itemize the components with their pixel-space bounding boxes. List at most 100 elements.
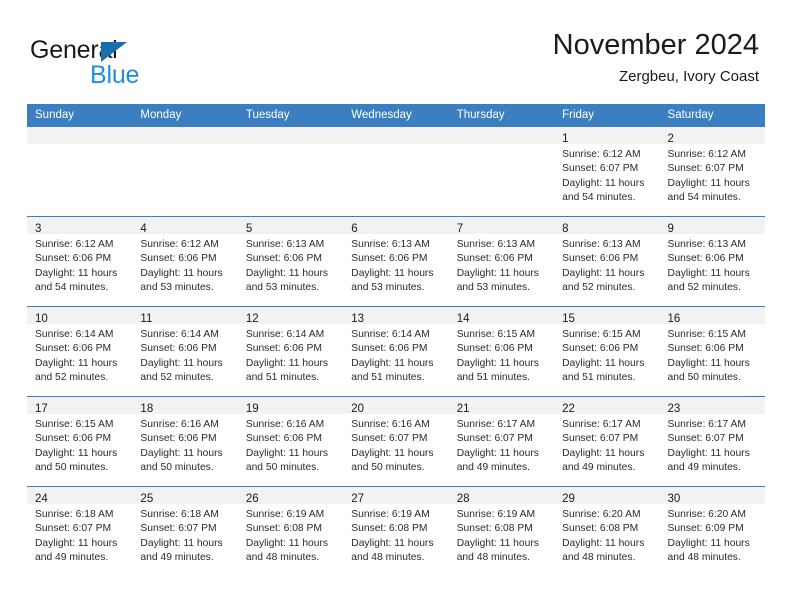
daylight-text-line1: Daylight: 11 hours — [667, 447, 750, 459]
day-number: 26 — [245, 493, 259, 505]
sunset-text: Sunset: 6:09 PM — [667, 523, 744, 535]
daylight-text-line1: Daylight: 11 hours — [245, 267, 329, 279]
sunset-text: Sunset: 6:06 PM — [562, 253, 639, 265]
sunrise-text: Sunrise: 6:18 AM — [140, 509, 219, 520]
calendar-day-cell[interactable]: 30 Sunrise: 6:20 AM Sunset: 6:09 PM Dayligh… — [659, 486, 765, 576]
calendar-day-cell-empty — [448, 126, 555, 217]
day-number-band: 3 — [27, 217, 133, 235]
daylight-text-line2: and 52 minutes. — [35, 372, 109, 384]
day-number-band — [27, 127, 133, 144]
calendar-day-cell[interactable]: 11 Sunrise: 6:14 AM Sunset: 6:06 PM Dayligh… — [132, 306, 238, 397]
day-number: 12 — [245, 313, 259, 325]
calendar-day-cell[interactable]: 5 Sunrise: 6:13 AM Sunset: 6:06 PM Daylight… — [237, 216, 344, 307]
calendar-day-cell[interactable]: 7 Sunrise: 6:13 AM Sunset: 6:06 PM Daylight… — [448, 216, 555, 307]
sunrise-text: Sunrise: 6:14 AM — [35, 329, 114, 340]
calendar-day-cell[interactable]: 17 Sunrise: 6:15 AM Sunset: 6:06 PM Dayligh… — [27, 396, 133, 487]
daylight-text-line2: and 52 minutes. — [562, 282, 636, 294]
weekday-header-saturday: Saturday — [659, 104, 765, 127]
calendar-day-cell[interactable]: 13 Sunrise: 6:14 AM Sunset: 6:06 PM Dayligh… — [343, 306, 449, 397]
day-number-band: 19 — [237, 397, 344, 415]
sunrise-text: Sunrise: 6:20 AM — [562, 509, 641, 520]
day-cell-body: Sunrise: 6:19 AM Sunset: 6:08 PM Daylight:… — [343, 504, 448, 566]
calendar-day-cell[interactable]: 29 Sunrise: 6:20 AM Sunset: 6:08 PM Dayligh… — [554, 486, 660, 576]
day-number-band: 17 — [27, 397, 133, 415]
daylight-text-line1: Daylight: 11 hours — [140, 357, 223, 369]
calendar-day-cell[interactable]: 24 Sunrise: 6:18 AM Sunset: 6:07 PM Dayligh… — [27, 486, 133, 576]
sunset-text: Sunset: 6:08 PM — [456, 523, 533, 535]
sunset-text: Sunset: 6:07 PM — [35, 523, 112, 535]
calendar-day-cell[interactable]: 21 Sunrise: 6:17 AM Sunset: 6:07 PM Dayligh… — [448, 396, 555, 487]
calendar-day-cell[interactable]: 18 Sunrise: 6:16 AM Sunset: 6:06 PM Dayligh… — [132, 396, 238, 487]
sunrise-text: Sunrise: 6:14 AM — [351, 329, 430, 340]
day-number: 24 — [35, 493, 48, 505]
calendar-day-cell[interactable]: 23 Sunrise: 6:17 AM Sunset: 6:07 PM Dayligh… — [659, 396, 765, 487]
daylight-text-line1: Daylight: 11 hours — [245, 447, 329, 459]
calendar-day-cell[interactable]: 20 Sunrise: 6:16 AM Sunset: 6:07 PM Dayligh… — [343, 396, 449, 487]
calendar-day-cell[interactable]: 1 Sunrise: 6:12 AM Sunset: 6:07 PM Daylight… — [554, 126, 660, 217]
calendar-header-row: Sunday Monday Tuesday Wednesday Thursday… — [27, 104, 765, 127]
day-cell-body: Sunrise: 6:12 AM Sunset: 6:06 PM Daylight:… — [27, 234, 132, 296]
sunrise-text: Sunrise: 6:15 AM — [562, 329, 641, 340]
calendar-day-cell[interactable]: 16 Sunrise: 6:15 AM Sunset: 6:06 PM Dayligh… — [659, 306, 765, 397]
calendar-day-cell[interactable]: 8 Sunrise: 6:13 AM Sunset: 6:06 PM Daylight… — [554, 216, 660, 307]
day-number-band: 1 — [554, 127, 660, 145]
daylight-text-line2: and 54 minutes. — [35, 282, 109, 294]
daylight-text-line1: Daylight: 11 hours — [562, 357, 645, 369]
calendar-table: Sunday Monday Tuesday Wednesday Thursday… — [27, 104, 765, 576]
daylight-text-line2: and 51 minutes. — [456, 372, 530, 384]
daylight-text-line2: and 50 minutes. — [351, 462, 425, 474]
calendar-day-cell[interactable]: 3 Sunrise: 6:12 AM Sunset: 6:06 PM Daylight… — [27, 216, 133, 307]
day-number-band: 7 — [448, 217, 555, 235]
calendar-day-cell[interactable]: 14 Sunrise: 6:15 AM Sunset: 6:06 PM Dayligh… — [448, 306, 555, 397]
calendar-day-cell[interactable]: 25 Sunrise: 6:18 AM Sunset: 6:07 PM Dayligh… — [132, 486, 238, 576]
weekday-header-sunday: Sunday — [27, 104, 133, 127]
calendar-day-cell-empty — [343, 126, 449, 217]
day-cell-body — [343, 144, 448, 148]
calendar-day-cell[interactable]: 2 Sunrise: 6:12 AM Sunset: 6:07 PM Daylight… — [659, 126, 765, 217]
day-number: 27 — [351, 493, 365, 505]
sunrise-text: Sunrise: 6:16 AM — [140, 419, 219, 430]
calendar-day-cell[interactable]: 15 Sunrise: 6:15 AM Sunset: 6:06 PM Dayligh… — [554, 306, 660, 397]
daylight-text-line1: Daylight: 11 hours — [456, 447, 539, 459]
day-number-band: 11 — [132, 307, 238, 325]
day-number: 20 — [351, 403, 365, 415]
sunset-text: Sunset: 6:07 PM — [562, 163, 639, 175]
daylight-text-line1: Daylight: 11 hours — [667, 537, 750, 549]
weekday-header-friday: Friday — [554, 104, 660, 127]
day-cell-body: Sunrise: 6:18 AM Sunset: 6:07 PM Daylight:… — [27, 504, 132, 566]
calendar-day-cell-empty — [27, 126, 133, 217]
day-number-band: 26 — [237, 487, 344, 505]
sunset-text: Sunset: 6:06 PM — [667, 253, 744, 265]
day-number: 28 — [456, 493, 470, 505]
page-header: General Blue November 2024 Zergbeu, Ivor… — [0, 0, 792, 102]
day-cell-body: Sunrise: 6:15 AM Sunset: 6:06 PM Daylight:… — [660, 324, 765, 386]
day-cell-body: Sunrise: 6:15 AM Sunset: 6:06 PM Daylight:… — [554, 324, 659, 386]
calendar-day-cell[interactable]: 6 Sunrise: 6:13 AM Sunset: 6:06 PM Daylight… — [343, 216, 449, 307]
sunrise-text: Sunrise: 6:13 AM — [562, 239, 641, 250]
calendar-day-cell[interactable]: 19 Sunrise: 6:16 AM Sunset: 6:06 PM Dayligh… — [237, 396, 344, 487]
sunset-text: Sunset: 6:06 PM — [245, 433, 322, 445]
sunset-text: Sunset: 6:06 PM — [245, 253, 322, 265]
daylight-text-line1: Daylight: 11 hours — [35, 447, 118, 459]
calendar-day-cell[interactable]: 4 Sunrise: 6:12 AM Sunset: 6:06 PM Daylight… — [132, 216, 238, 307]
day-number: 5 — [245, 223, 253, 235]
sunset-text: Sunset: 6:06 PM — [351, 343, 428, 355]
calendar-day-cell[interactable]: 10 Sunrise: 6:14 AM Sunset: 6:06 PM Dayligh… — [27, 306, 133, 397]
daylight-text-line1: Daylight: 11 hours — [351, 267, 434, 279]
day-number: 15 — [562, 313, 575, 325]
calendar-day-cell[interactable]: 28 Sunrise: 6:19 AM Sunset: 6:08 PM Dayligh… — [448, 486, 555, 576]
sunrise-text: Sunrise: 6:14 AM — [140, 329, 219, 340]
calendar-day-cell[interactable]: 26 Sunrise: 6:19 AM Sunset: 6:08 PM Dayligh… — [237, 486, 344, 576]
day-cell-body — [238, 144, 343, 148]
calendar-day-cell[interactable]: 27 Sunrise: 6:19 AM Sunset: 6:08 PM Dayligh… — [343, 486, 449, 576]
calendar-day-cell[interactable]: 22 Sunrise: 6:17 AM Sunset: 6:07 PM Dayligh… — [554, 396, 660, 487]
daylight-text-line1: Daylight: 11 hours — [456, 537, 539, 549]
calendar-day-cell[interactable]: 9 Sunrise: 6:13 AM Sunset: 6:06 PM Daylight… — [659, 216, 765, 307]
day-cell-body: Sunrise: 6:17 AM Sunset: 6:07 PM Daylight:… — [660, 414, 765, 476]
general-blue-logo[interactable]: General Blue — [30, 36, 170, 89]
calendar-day-cell[interactable]: 12 Sunrise: 6:14 AM Sunset: 6:06 PM Dayligh… — [237, 306, 344, 397]
sunset-text: Sunset: 6:08 PM — [351, 523, 428, 535]
day-cell-body: Sunrise: 6:17 AM Sunset: 6:07 PM Daylight:… — [554, 414, 659, 476]
day-number-band: 13 — [343, 307, 449, 325]
day-cell-body: Sunrise: 6:18 AM Sunset: 6:07 PM Daylight:… — [132, 504, 237, 566]
